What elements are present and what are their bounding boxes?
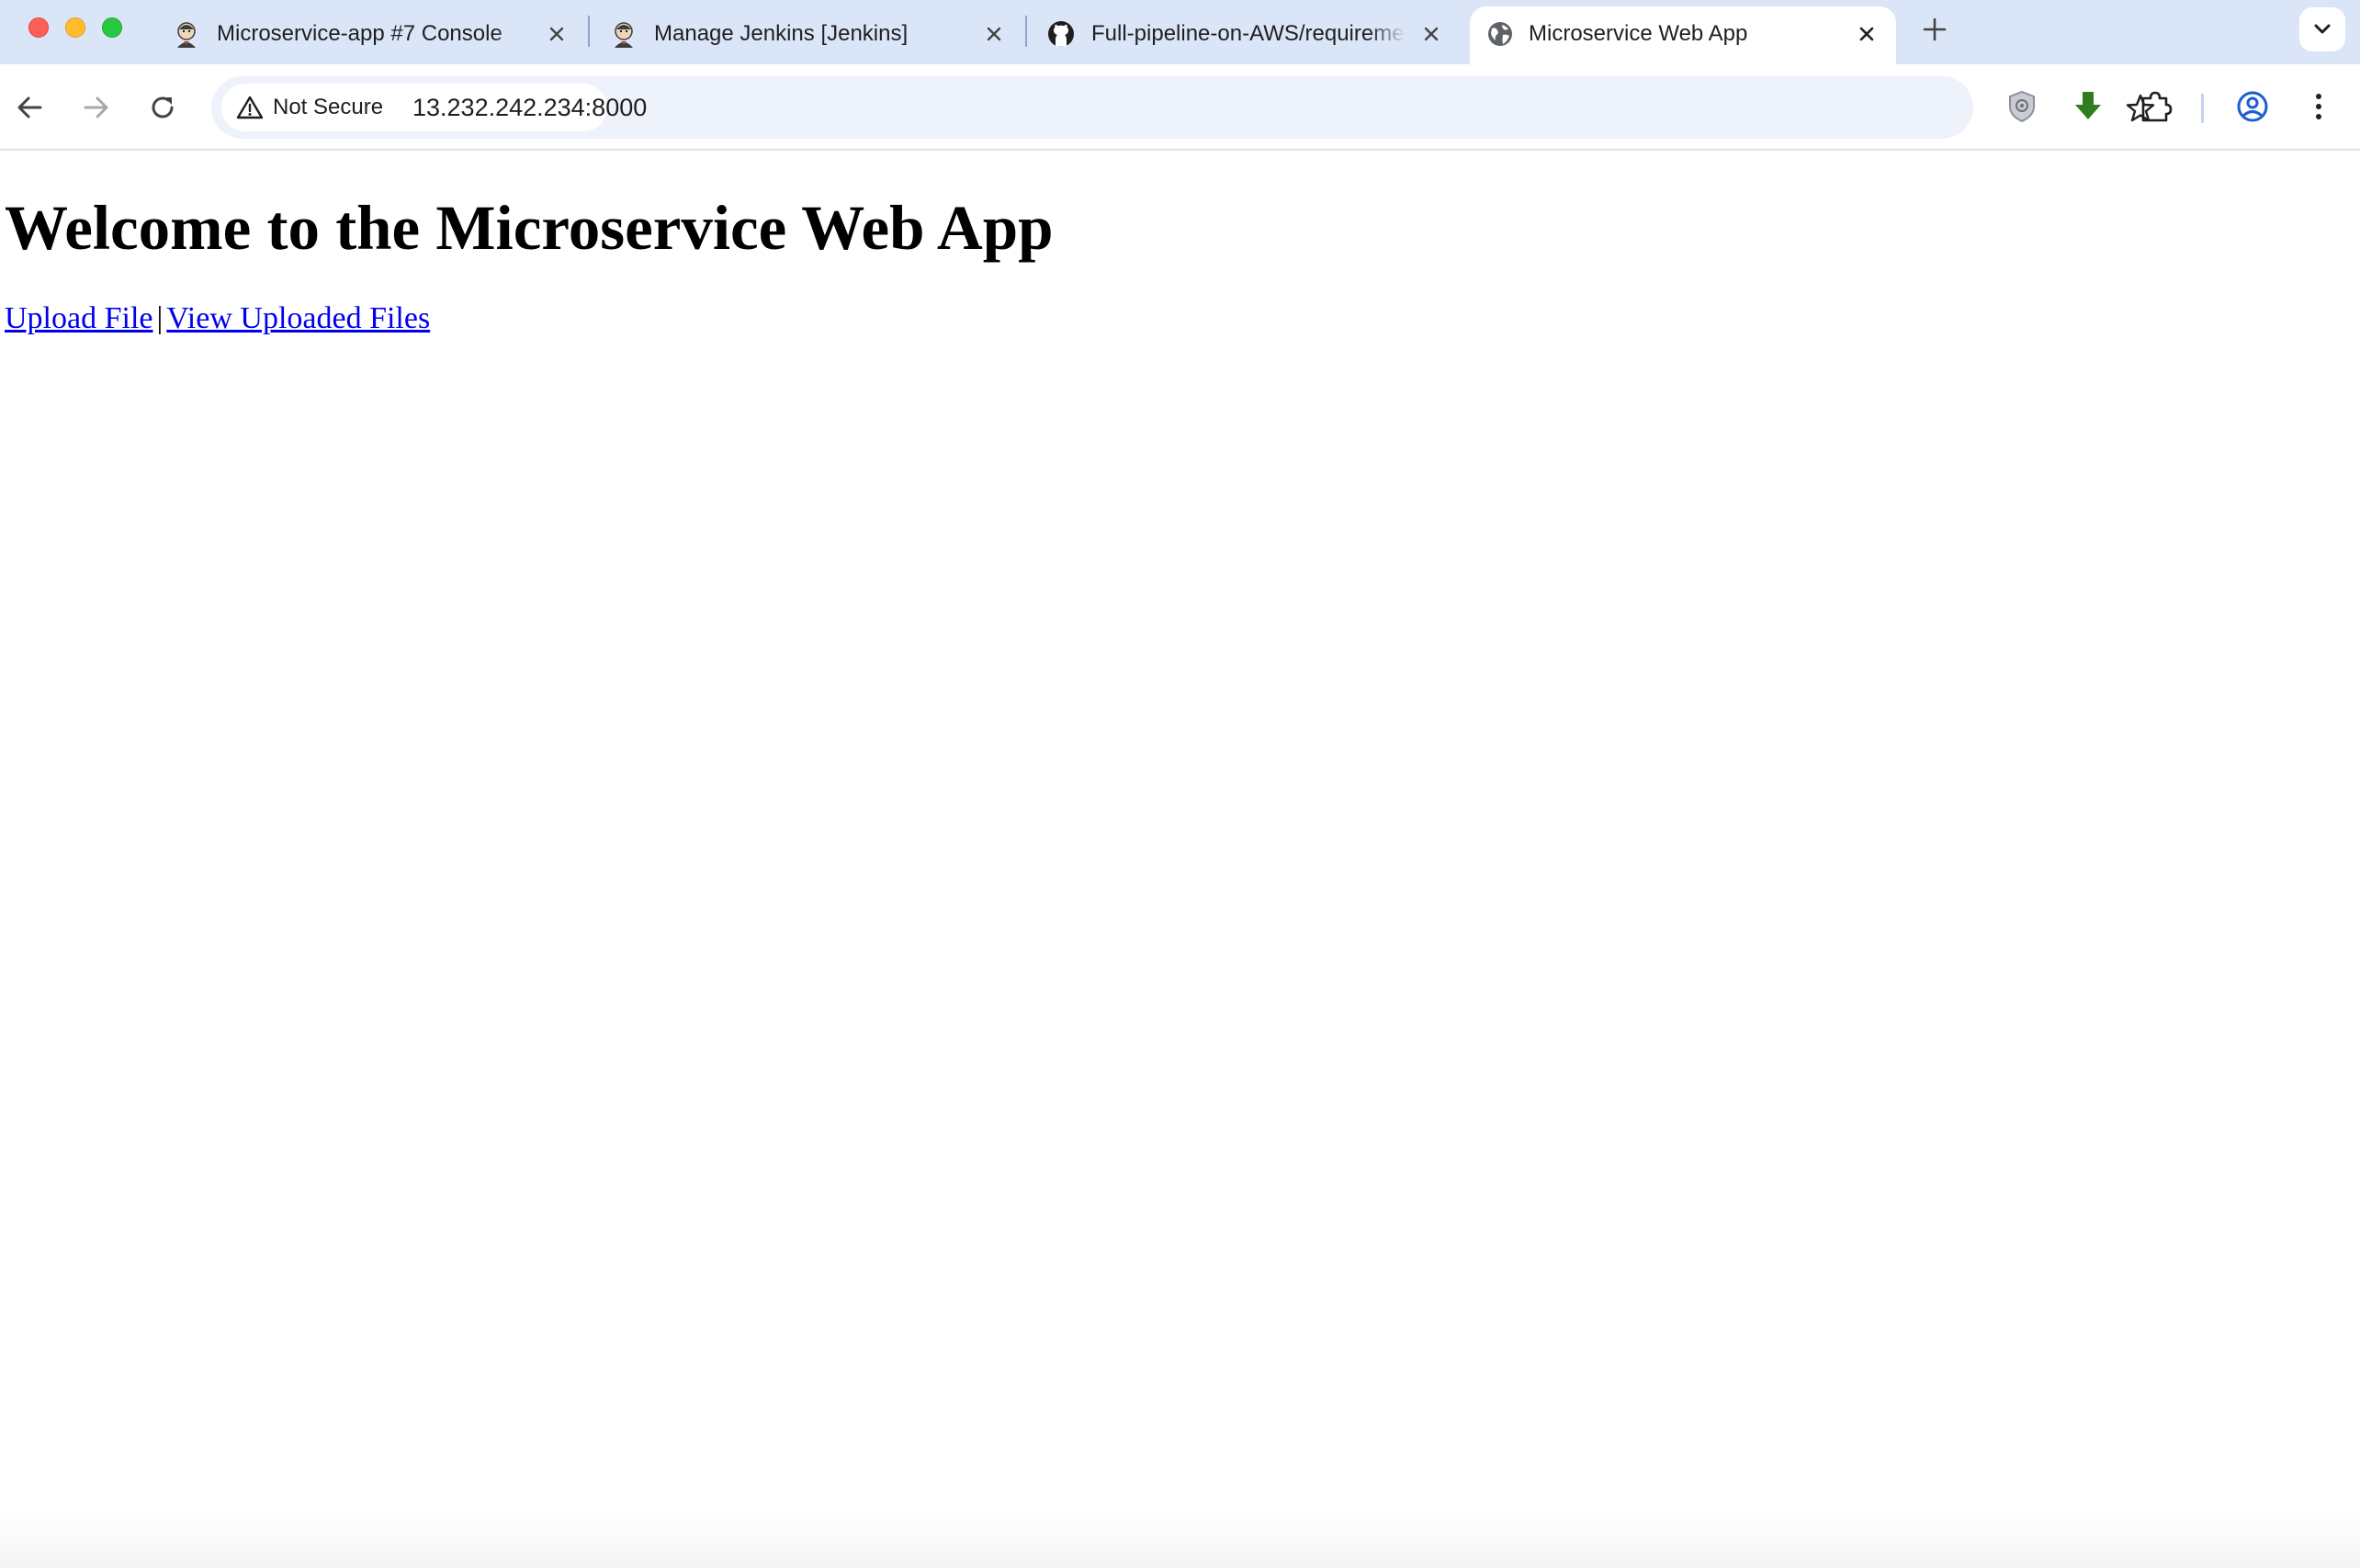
close-window-button[interactable] xyxy=(28,17,49,38)
warning-triangle-icon xyxy=(236,96,264,119)
zoom-window-button[interactable] xyxy=(102,17,122,38)
security-label: Not Secure xyxy=(273,95,384,119)
github-icon xyxy=(1048,21,1074,47)
reload-icon[interactable] xyxy=(145,90,180,125)
minimize-window-button[interactable] xyxy=(65,17,85,38)
shield-icon[interactable] xyxy=(2004,88,2040,125)
profile-icon[interactable] xyxy=(2234,88,2271,125)
toolbar-divider xyxy=(2201,94,2204,123)
close-icon[interactable] xyxy=(1418,21,1444,47)
tab-microservice-web-app[interactable]: Microservice Web App xyxy=(1470,6,1896,64)
tab-github-requirements[interactable]: Full-pipeline-on-AWS/requirements xyxy=(1047,6,1451,58)
address-bar[interactable]: Not Secure 13.232.242.234:8000 xyxy=(211,76,2155,139)
plus-icon[interactable] xyxy=(1919,14,1950,45)
jenkins-icon xyxy=(615,22,633,48)
page-title: Welcome to the Microservice Web App xyxy=(5,193,1054,263)
kebab-menu-icon[interactable] xyxy=(2300,88,2337,125)
tab-microservice-console[interactable]: Microservice-app #7 Console xyxy=(173,6,577,58)
globe-icon xyxy=(1488,22,1512,46)
close-icon[interactable] xyxy=(544,21,570,47)
jenkins-icon xyxy=(177,22,196,48)
chevron-down-icon xyxy=(2314,24,2331,34)
view-uploaded-files-link[interactable]: View Uploaded Files xyxy=(166,301,430,335)
close-icon[interactable] xyxy=(981,21,1007,47)
tab-title: Microservice Web App xyxy=(1529,21,1748,46)
nav-links: Upload File | View Uploaded Files xyxy=(5,299,430,339)
bottom-shadow xyxy=(0,1513,2360,1568)
tab-strip: Microservice-app #7 Console Manage Jenki… xyxy=(0,0,2360,64)
tab-title: Microservice-app #7 Console xyxy=(217,21,502,46)
download-icon[interactable] xyxy=(2070,88,2106,125)
tab-title: Full-pipeline-on-AWS/requirements xyxy=(1091,21,1406,46)
link-separator: | xyxy=(156,301,164,335)
toolbar: Not Secure 13.232.242.234:8000 xyxy=(0,64,2360,151)
puzzle-icon[interactable] xyxy=(2137,88,2174,125)
upload-file-link[interactable]: Upload File xyxy=(5,301,152,335)
tab-manage-jenkins[interactable]: Manage Jenkins [Jenkins] xyxy=(610,6,1014,58)
close-icon[interactable] xyxy=(1854,21,1880,47)
tab-search-button[interactable] xyxy=(2299,7,2345,51)
browser-window: Microservice-app #7 Console Manage Jenki… xyxy=(0,0,2360,1568)
url-text[interactable]: 13.232.242.234:8000 xyxy=(412,93,647,122)
arrow-left-icon[interactable] xyxy=(13,90,48,125)
page-content: Welcome to the Microservice Web App Uplo… xyxy=(0,152,2360,1568)
arrow-right-icon[interactable] xyxy=(78,90,113,125)
tab-title: Manage Jenkins [Jenkins] xyxy=(654,21,909,46)
